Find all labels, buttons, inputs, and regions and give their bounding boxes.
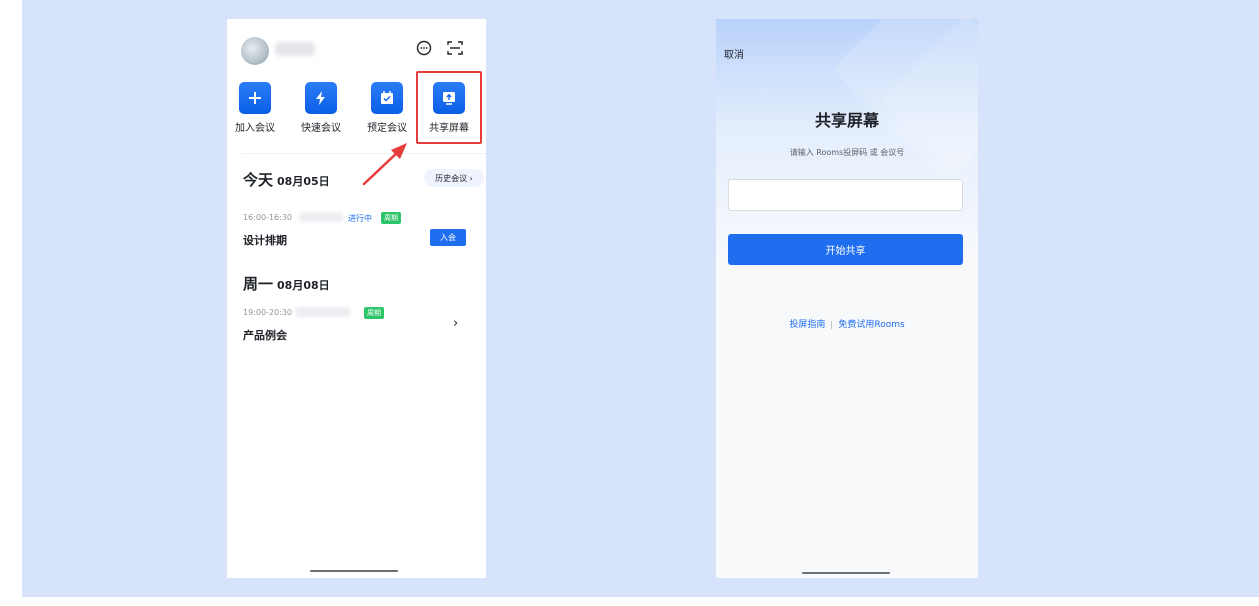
- quick-meeting-label: 快速会议: [301, 123, 341, 134]
- page-subtitle: 请输入 Rooms投屏码 或 会议号: [789, 148, 905, 157]
- link-separator: [831, 320, 833, 329]
- help-links: 投屏指南 免费试用Rooms: [716, 317, 978, 330]
- avatar[interactable]: [241, 37, 269, 65]
- schedule-meeting-label: 预定会议: [367, 123, 407, 134]
- meeting-time: 19:00-20:30: [243, 308, 292, 317]
- canvas-background: [22, 0, 1259, 597]
- join-meeting-button[interactable]: 加入会议: [227, 82, 287, 134]
- username-blurred: [275, 42, 315, 56]
- day-heading-monday: 周一 08月08日: [243, 275, 330, 293]
- start-share-button[interactable]: 开始共享: [728, 234, 963, 265]
- share-guide-link[interactable]: 投屏指南: [789, 320, 825, 330]
- message-icon[interactable]: [415, 39, 433, 57]
- recurring-tag: 周期: [364, 307, 384, 319]
- home-screen: 加入会议 快速会议 预定会议 共享屏幕 今天 08月05日 历史会议 › 16:0…: [227, 19, 486, 578]
- scan-icon[interactable]: [446, 39, 464, 57]
- page-title: 共享屏幕: [814, 111, 879, 130]
- lightning-icon: [305, 82, 337, 114]
- home-indicator: [310, 570, 398, 572]
- meeting-time: 16:00-16:30: [243, 213, 292, 222]
- blurred-info: [295, 307, 351, 317]
- annotation-arrow-icon: [362, 143, 407, 186]
- recurring-tag: 周期: [381, 212, 401, 224]
- rooms-trial-link[interactable]: 免费试用Rooms: [838, 320, 904, 330]
- schedule-meeting-button[interactable]: 预定会议: [355, 82, 419, 134]
- share-screen-page: 取消 共享屏幕 请输入 Rooms投屏码 或 会议号 开始共享 投屏指南 免费试用…: [716, 19, 978, 578]
- day-heading-today: 今天 08月05日: [243, 171, 330, 189]
- quick-meeting-button[interactable]: 快速会议: [289, 82, 353, 134]
- meeting-title[interactable]: 产品例会: [243, 327, 287, 343]
- meeting-status: 进行中: [348, 214, 372, 223]
- home-indicator: [802, 572, 890, 574]
- share-code-input[interactable]: [728, 179, 963, 211]
- plus-icon: [239, 82, 271, 114]
- highlight-box: [416, 71, 482, 144]
- history-meetings-button[interactable]: 历史会议 ›: [424, 169, 484, 187]
- calendar-check-icon: [371, 82, 403, 114]
- join-button[interactable]: 入会: [430, 229, 466, 246]
- meeting-title[interactable]: 设计排期: [243, 232, 287, 248]
- chevron-right-icon[interactable]: ›: [453, 316, 458, 331]
- join-meeting-label: 加入会议: [235, 123, 275, 134]
- cancel-button[interactable]: 取消: [724, 46, 744, 61]
- blurred-info: [299, 212, 343, 222]
